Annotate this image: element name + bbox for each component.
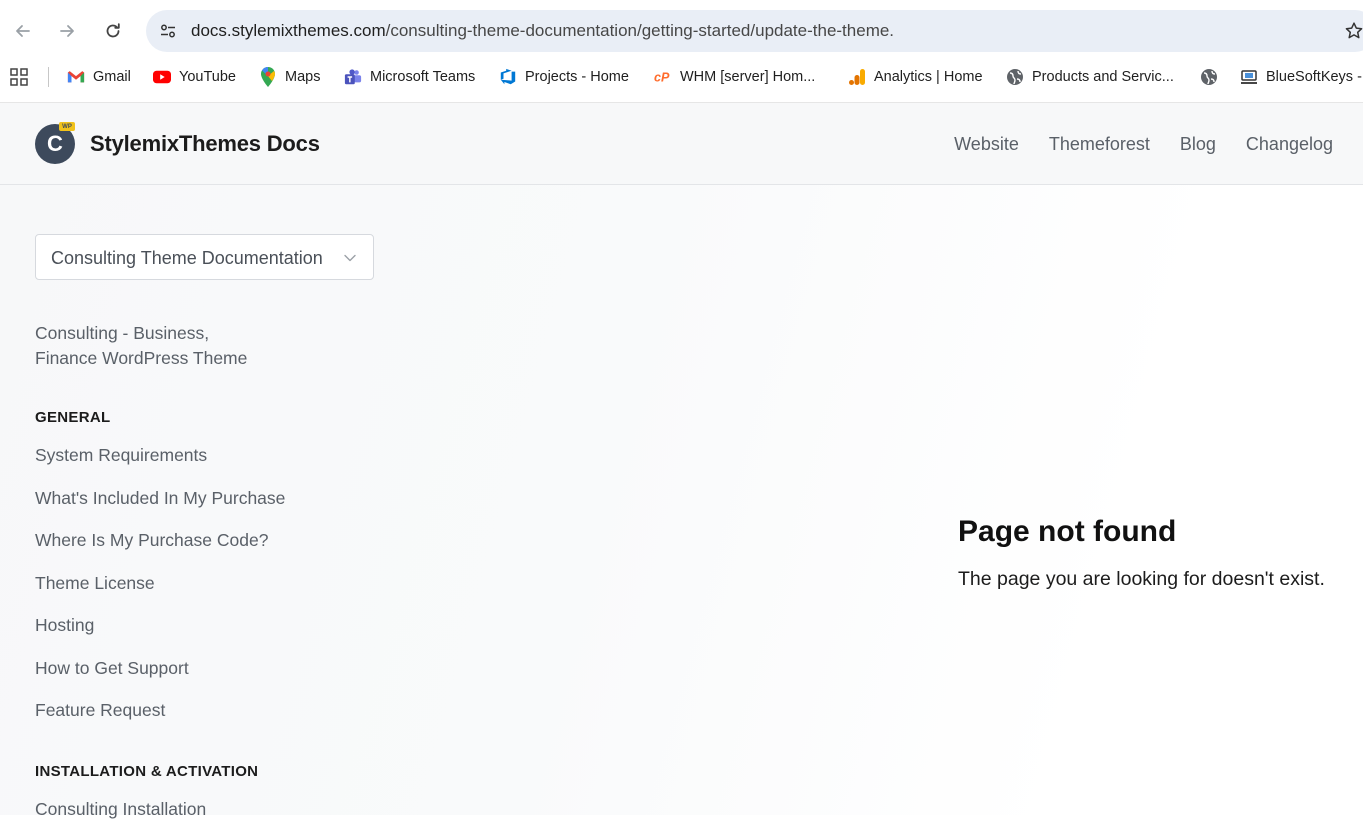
globe-icon: [1200, 68, 1218, 86]
cpanel-icon: cP: [654, 68, 672, 86]
sidebar-item-purchase-code[interactable]: Where Is My Purchase Code?: [35, 530, 268, 551]
bluesoftkeys-icon: [1240, 68, 1258, 86]
gmail-icon: [67, 68, 85, 86]
bookmarks-bar: Gmail YouTube Maps Microsoft Teams Proje…: [0, 62, 1363, 92]
sidebar-item-system-requirements[interactable]: System Requirements: [35, 445, 207, 466]
sidebar-theme-link[interactable]: Consulting - Business, Finance WordPress…: [35, 321, 335, 371]
sidebar-section-title-general: GENERAL: [35, 409, 111, 426]
bookmark-teams[interactable]: Microsoft Teams: [344, 65, 475, 89]
youtube-icon: [153, 68, 171, 86]
site-logo[interactable]: C WP: [35, 122, 75, 164]
svg-text:cP: cP: [654, 71, 670, 85]
apps-grid-icon: [10, 68, 28, 86]
bookmark-globe[interactable]: [1200, 65, 1226, 89]
site-header: C WP StylemixThemes Docs Website Themefo…: [0, 103, 1363, 185]
chevron-down-icon: [344, 254, 356, 262]
sidebar-item-get-support[interactable]: How to Get Support: [35, 658, 189, 679]
url-host: docs.stylemixthemes.com: [191, 21, 386, 40]
nav-changelog[interactable]: Changelog: [1246, 134, 1333, 155]
bookmark-label: Analytics | Home: [874, 69, 983, 85]
bookmark-label: WHM [server] Hom...: [680, 69, 816, 85]
logo-badge: WP: [59, 122, 75, 131]
url-path: /consulting-theme-documentation/getting-…: [385, 21, 895, 40]
sidebar-item-theme-license[interactable]: Theme License: [35, 573, 155, 594]
page-title: Page not found: [958, 515, 1177, 548]
documentation-selector[interactable]: Consulting Theme Documentation: [35, 234, 374, 280]
bookmark-products[interactable]: Products and Servic...: [1006, 65, 1174, 89]
theme-link-line: Finance WordPress Theme: [35, 348, 248, 368]
nav-blog[interactable]: Blog: [1180, 134, 1216, 155]
back-button[interactable]: [6, 14, 40, 48]
bookmark-star-button[interactable]: [1342, 19, 1363, 43]
sidebar-item-feature-request[interactable]: Feature Request: [35, 700, 165, 721]
bookmark-label: YouTube: [179, 69, 236, 85]
page-viewport: C WP StylemixThemes Docs Website Themefo…: [0, 102, 1363, 819]
maps-icon: [259, 67, 277, 87]
url-text[interactable]: docs.stylemixthemes.com/consulting-theme…: [191, 21, 894, 41]
sidebar-item-whats-included[interactable]: What's Included In My Purchase: [35, 488, 285, 509]
teams-icon: [344, 68, 362, 86]
globe-icon: [1006, 68, 1024, 86]
site-info-button[interactable]: [152, 15, 184, 47]
theme-link-line: Consulting - Business,: [35, 323, 210, 343]
bookmark-label: Maps: [285, 69, 321, 85]
address-bar[interactable]: docs.stylemixthemes.com/consulting-theme…: [146, 10, 1363, 52]
nav-website[interactable]: Website: [954, 134, 1019, 155]
reload-button[interactable]: [96, 14, 130, 48]
top-navigation: Website Themeforest Blog Changelog: [954, 134, 1333, 155]
bookmark-label: Products and Servic...: [1032, 69, 1174, 85]
forward-button[interactable]: [50, 14, 84, 48]
star-icon: [1345, 22, 1363, 39]
logo-letter: C: [47, 131, 63, 156]
apps-button[interactable]: [10, 65, 28, 89]
sidebar-item-consulting-installation[interactable]: Consulting Installation: [35, 799, 206, 820]
bookmark-maps[interactable]: Maps: [259, 65, 320, 89]
bookmark-analytics[interactable]: Analytics | Home: [848, 65, 983, 89]
bookmarks-divider: [48, 67, 49, 87]
back-arrow-icon: [16, 25, 30, 37]
sidebar-section-title-installation: INSTALLATION & ACTIVATION: [35, 763, 259, 780]
bookmark-youtube[interactable]: YouTube: [153, 65, 236, 89]
bookmark-label: Projects - Home: [525, 69, 629, 85]
tune-icon: [161, 24, 175, 38]
reload-icon: [106, 23, 120, 38]
bookmark-bluesoftkeys[interactable]: BlueSoftKeys -: [1240, 65, 1362, 89]
forward-arrow-icon: [60, 25, 74, 37]
browser-toolbar: docs.stylemixthemes.com/consulting-theme…: [0, 0, 1363, 62]
bookmark-label: Gmail: [93, 69, 131, 85]
not-found-message: The page you are looking for doesn't exi…: [958, 568, 1325, 590]
bookmark-label: Microsoft Teams: [370, 69, 476, 85]
bookmark-label: BlueSoftKeys -: [1266, 69, 1362, 85]
nav-themeforest[interactable]: Themeforest: [1049, 134, 1150, 155]
bookmark-whm[interactable]: cP WHM [server] Hom...: [654, 65, 815, 89]
bookmark-gmail[interactable]: Gmail: [67, 65, 131, 89]
documentation-selector-value: Consulting Theme Documentation: [51, 248, 323, 268]
brand-title[interactable]: StylemixThemes Docs: [90, 131, 320, 157]
analytics-icon: [848, 68, 866, 86]
sidebar-item-hosting[interactable]: Hosting: [35, 615, 94, 636]
azure-devops-icon: [499, 68, 517, 86]
bookmark-projects[interactable]: Projects - Home: [499, 65, 629, 89]
